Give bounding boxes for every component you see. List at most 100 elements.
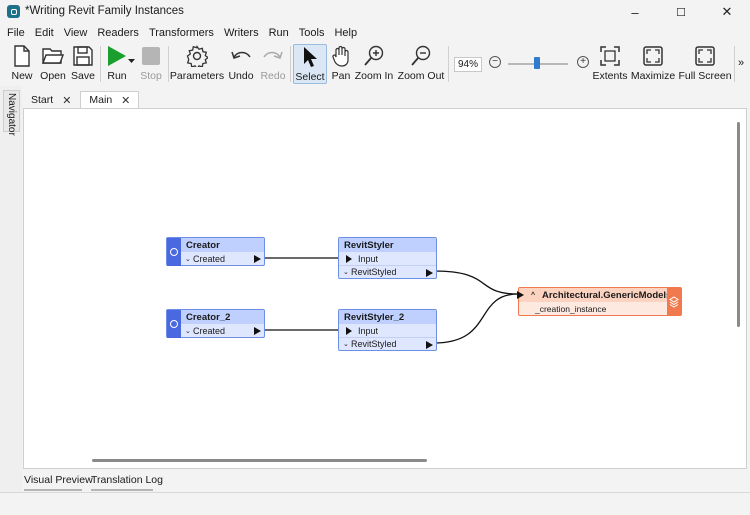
revitstyler-2-title: RevitStyler_2 <box>339 310 436 324</box>
chevron-down-icon: ⌄ <box>185 327 191 335</box>
pan-button[interactable]: Pan <box>330 44 352 84</box>
title-bar: *Writing Revit Family Instances – ☐ ✕ <box>0 0 750 24</box>
tab-main[interactable]: Main ✕ <box>80 91 140 109</box>
zoom-out-label: Zoom Out <box>397 70 445 82</box>
input-arrow-icon <box>346 254 352 263</box>
close-icon[interactable]: ✕ <box>121 94 130 107</box>
zoom-minus-icon[interactable]: − <box>489 56 501 68</box>
revitstyler-input-port[interactable]: Input <box>339 252 436 265</box>
undo-icon <box>231 51 251 59</box>
navigator-tab[interactable]: Navigator <box>3 90 20 136</box>
maximize-button[interactable]: Maximize <box>630 44 676 84</box>
menu-help[interactable]: Help <box>329 27 362 39</box>
vertical-scrollbar[interactable] <box>737 122 740 327</box>
select-label: Select <box>295 71 325 83</box>
output-arrow-icon <box>426 269 433 277</box>
zoom-in-button[interactable]: Zoom In <box>354 44 394 84</box>
menu-writers[interactable]: Writers <box>219 27 264 39</box>
creator-output-port[interactable]: ⌄ Created <box>181 252 264 265</box>
creator-title: Creator <box>181 238 264 252</box>
creator-icon <box>167 238 181 266</box>
bottom-panel-tabs: Visual Preview Translation Log <box>22 470 750 492</box>
document-tabs: Start ✕ Main ✕ <box>22 91 140 109</box>
creator-icon <box>167 310 181 338</box>
menu-file[interactable]: File <box>2 27 30 39</box>
output-arrow-icon <box>254 327 261 335</box>
menu-bar: File Edit View Readers Transformers Writ… <box>0 24 750 42</box>
chevron-down-icon: ⌄ <box>343 269 349 276</box>
chevron-down-icon: ⌄ <box>185 255 191 263</box>
zoom-in-icon <box>364 45 384 66</box>
zoom-out-button[interactable]: Zoom Out <box>397 44 445 84</box>
parameters-button[interactable]: Parameters <box>170 44 224 84</box>
tab-underline <box>91 489 153 491</box>
new-button[interactable]: New <box>9 44 35 84</box>
maximize-icon <box>643 46 663 66</box>
revitstyler-2-node[interactable]: RevitStyler_2 Input ⌄ RevitStyled <box>338 309 437 351</box>
input-port-label: Input <box>358 325 379 336</box>
chevron-down-icon: ⌄ <box>343 341 349 348</box>
tab-start-label: Start <box>31 94 54 106</box>
input-port-label: Input <box>358 253 379 264</box>
menu-readers[interactable]: Readers <box>92 27 144 39</box>
close-icon[interactable]: ✕ <box>62 94 71 107</box>
menu-run[interactable]: Run <box>264 27 294 39</box>
horizontal-scrollbar[interactable] <box>92 459 427 462</box>
redo-button[interactable]: Redo <box>260 44 286 84</box>
creator-2-output-port[interactable]: ⌄ Created <box>181 324 264 337</box>
navigator-label: Navigator <box>6 93 17 136</box>
open-button[interactable]: Open <box>39 44 67 84</box>
tab-visual-preview[interactable]: Visual Preview <box>24 474 93 491</box>
menu-tools[interactable]: Tools <box>294 27 330 39</box>
writer-input-arrow-icon <box>517 291 524 299</box>
workspace-canvas[interactable]: Creator ⌄ Created Creator_2 ⌄ Created Re… <box>23 108 747 469</box>
connection-styler-writer[interactable] <box>433 270 519 295</box>
menu-view[interactable]: View <box>59 27 93 39</box>
menu-edit[interactable]: Edit <box>30 27 59 39</box>
toolbar-overflow-button[interactable]: » <box>738 57 744 69</box>
stop-icon <box>142 47 160 65</box>
undo-button[interactable]: Undo <box>228 44 254 84</box>
status-bar <box>0 492 750 515</box>
created-port-label: Created <box>193 325 226 336</box>
writer-node[interactable]: ^ Architectural.GenericModels _creation_… <box>517 287 682 316</box>
minimize-button[interactable]: – <box>612 0 658 24</box>
revitstyler-node[interactable]: RevitStyler Input ⌄ RevitStyled <box>338 237 437 279</box>
connection-styler2-writer[interactable] <box>433 293 519 344</box>
output-arrow-icon <box>254 255 261 263</box>
revitstyler-2-output-port[interactable]: ⌄ RevitStyled <box>339 337 436 350</box>
save-button[interactable]: Save <box>70 44 96 84</box>
folder-open-icon <box>42 48 64 64</box>
pan-label: Pan <box>331 70 351 82</box>
zoom-slider-thumb[interactable] <box>534 57 540 69</box>
save-label: Save <box>71 70 95 82</box>
zoom-level-field[interactable]: 94% <box>454 57 482 72</box>
window-title: *Writing Revit Family Instances <box>25 5 184 17</box>
stop-button[interactable]: Stop <box>140 44 162 84</box>
full-screen-icon <box>695 46 715 66</box>
revitstyler-2-input-port[interactable]: Input <box>339 324 436 337</box>
run-play-icon <box>108 46 135 66</box>
revitstyler-output-port[interactable]: ⌄ RevitStyled <box>339 265 436 278</box>
maximize-label: Maximize <box>630 70 676 82</box>
maximize-window-button[interactable]: ☐ <box>658 0 704 24</box>
writer-feature-type: _creation_instance <box>535 303 607 314</box>
revitstyled-port-label: RevitStyled <box>351 339 397 349</box>
select-button[interactable]: Select <box>293 44 327 84</box>
zoom-plus-icon[interactable]: + <box>577 56 589 68</box>
layers-icon <box>667 288 681 316</box>
menu-transformers[interactable]: Transformers <box>144 27 219 39</box>
app-icon <box>7 5 20 18</box>
toolbar-separator <box>734 46 735 82</box>
zoom-in-label: Zoom In <box>354 70 394 82</box>
run-button[interactable]: Run <box>104 44 138 84</box>
close-window-button[interactable]: ✕ <box>704 0 750 24</box>
extents-label: Extents <box>592 70 628 82</box>
creator-2-node[interactable]: Creator_2 ⌄ Created <box>166 309 265 338</box>
tab-start[interactable]: Start ✕ <box>22 91 80 109</box>
full-screen-button[interactable]: Full Screen <box>678 44 732 84</box>
creator-node[interactable]: Creator ⌄ Created <box>166 237 265 266</box>
extents-button[interactable]: Extents <box>592 44 628 84</box>
toolbar: New Open Save Run Stop Parameters Undo R… <box>0 42 750 86</box>
tab-translation-log[interactable]: Translation Log <box>91 474 163 491</box>
